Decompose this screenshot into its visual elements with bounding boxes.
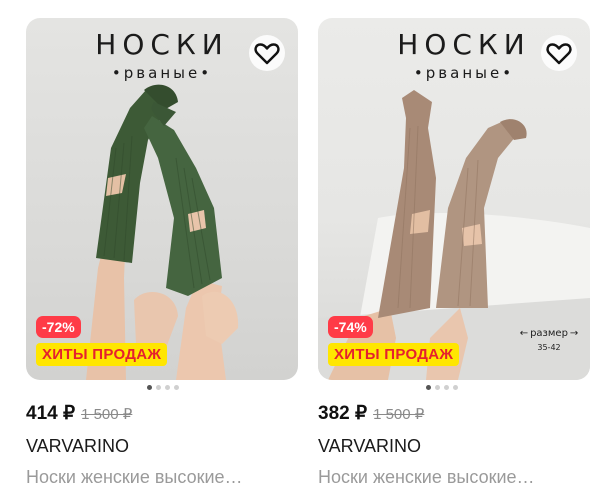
discount-badge: -72% <box>36 316 81 338</box>
carousel-dot[interactable] <box>426 385 431 390</box>
product-card-1[interactable]: НОСКИ •рваные• -72% ХИТЫ ПРОДАЖ 414 ₽ 1 … <box>16 0 306 502</box>
product-image-1[interactable]: НОСКИ •рваные• -72% ХИТЫ ПРОДАЖ <box>26 18 298 380</box>
heart-icon <box>249 35 285 71</box>
carousel-indicator[interactable] <box>16 385 306 390</box>
product-image-2[interactable]: НОСКИ •рваные• ← размер → 35-42 -74% ХИТ… <box>318 18 590 380</box>
current-price: 382 ₽ <box>318 403 368 424</box>
arrow-right-icon: → <box>569 328 579 339</box>
promo-badge: ХИТЫ ПРОДАЖ <box>36 343 168 366</box>
carousel-dot[interactable] <box>165 385 170 390</box>
seller-name[interactable]: VARVARINO <box>318 436 421 457</box>
carousel-dot[interactable] <box>435 385 440 390</box>
heart-icon <box>541 35 577 71</box>
carousel-dot[interactable] <box>444 385 449 390</box>
carousel-indicator[interactable] <box>308 385 598 390</box>
arrow-left-icon: ← <box>519 328 529 339</box>
price-row: 382 ₽ 1 500 ₽ <box>318 402 424 425</box>
price-row: 414 ₽ 1 500 ₽ <box>26 402 132 425</box>
product-card-2[interactable]: НОСКИ •рваные• ← размер → 35-42 -74% ХИТ… <box>308 0 598 502</box>
size-label-text: размер <box>530 328 568 339</box>
product-title[interactable]: Носки женские высокие… <box>318 467 596 488</box>
promo-badge: ХИТЫ ПРОДАЖ <box>328 343 460 366</box>
old-price: 1 500 ₽ <box>81 406 133 423</box>
carousel-dot[interactable] <box>147 385 152 390</box>
favorite-button-2[interactable] <box>540 34 578 72</box>
favorite-button-1[interactable] <box>248 34 286 72</box>
carousel-dot[interactable] <box>453 385 458 390</box>
old-price: 1 500 ₽ <box>373 406 425 423</box>
size-label: ← размер → 35-42 <box>518 328 580 352</box>
carousel-dot[interactable] <box>156 385 161 390</box>
product-title[interactable]: Носки женские высокие… <box>26 467 304 488</box>
seller-name[interactable]: VARVARINO <box>26 436 129 457</box>
size-range: 35-42 <box>537 343 561 352</box>
current-price: 414 ₽ <box>26 403 76 424</box>
discount-badge: -74% <box>328 316 373 338</box>
carousel-dot[interactable] <box>174 385 179 390</box>
